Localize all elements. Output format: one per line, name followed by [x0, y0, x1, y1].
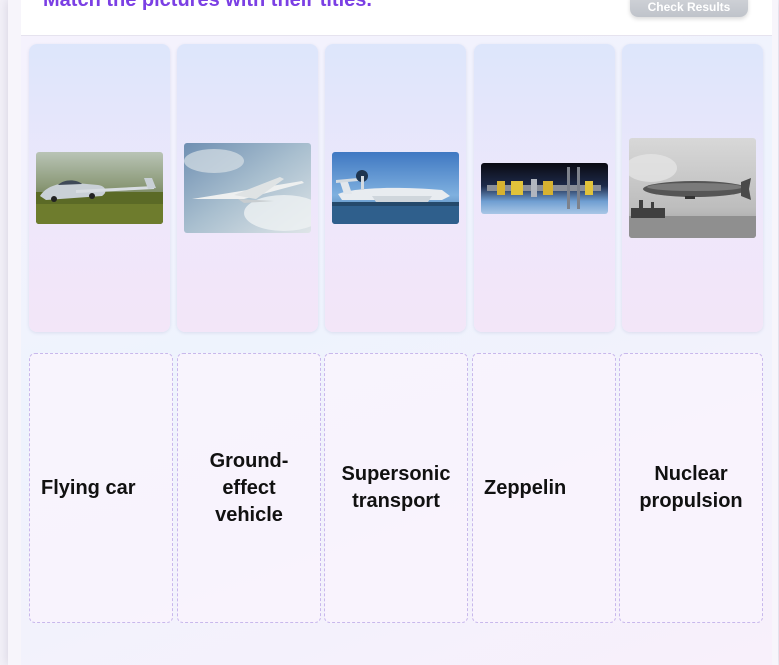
exercise-header: Match the pictures with their titles. Ch… [21, 0, 772, 36]
supersonic-jet-photo [184, 143, 311, 233]
picture-card-3[interactable] [325, 44, 466, 332]
picture-row [29, 44, 764, 332]
title-label[interactable]: Ground-effect vehicle [178, 448, 320, 529]
title-slot-4[interactable]: Zeppelin [472, 353, 616, 623]
nuclear-spacecraft-photo [481, 162, 608, 214]
picture-card-2[interactable] [177, 44, 318, 332]
title-label[interactable]: Supersonic transport [325, 461, 467, 515]
picture-card-4[interactable] [474, 44, 615, 332]
picture-card-1[interactable] [29, 44, 170, 332]
title-label[interactable]: Zeppelin [473, 475, 615, 502]
picture-card-5[interactable] [622, 44, 763, 332]
check-results-button[interactable]: Check Results [630, 0, 748, 17]
matching-exercise-card: Match the pictures with their titles. Ch… [21, 0, 772, 665]
exercise-title: Match the pictures with their titles. [43, 0, 372, 11]
title-row: Flying car Ground-effect vehicle Superso… [29, 353, 764, 623]
flying-car-photo [36, 152, 163, 224]
title-slot-2[interactable]: Ground-effect vehicle [177, 353, 321, 623]
title-slot-1[interactable]: Flying car [29, 353, 173, 623]
title-label[interactable]: Flying car [30, 475, 172, 502]
zeppelin-photo [629, 138, 756, 238]
title-slot-5[interactable]: Nuclear propulsion [619, 353, 763, 623]
title-slot-3[interactable]: Supersonic transport [324, 353, 468, 623]
ground-effect-vehicle-photo [332, 152, 459, 224]
title-label[interactable]: Nuclear propulsion [620, 461, 762, 515]
